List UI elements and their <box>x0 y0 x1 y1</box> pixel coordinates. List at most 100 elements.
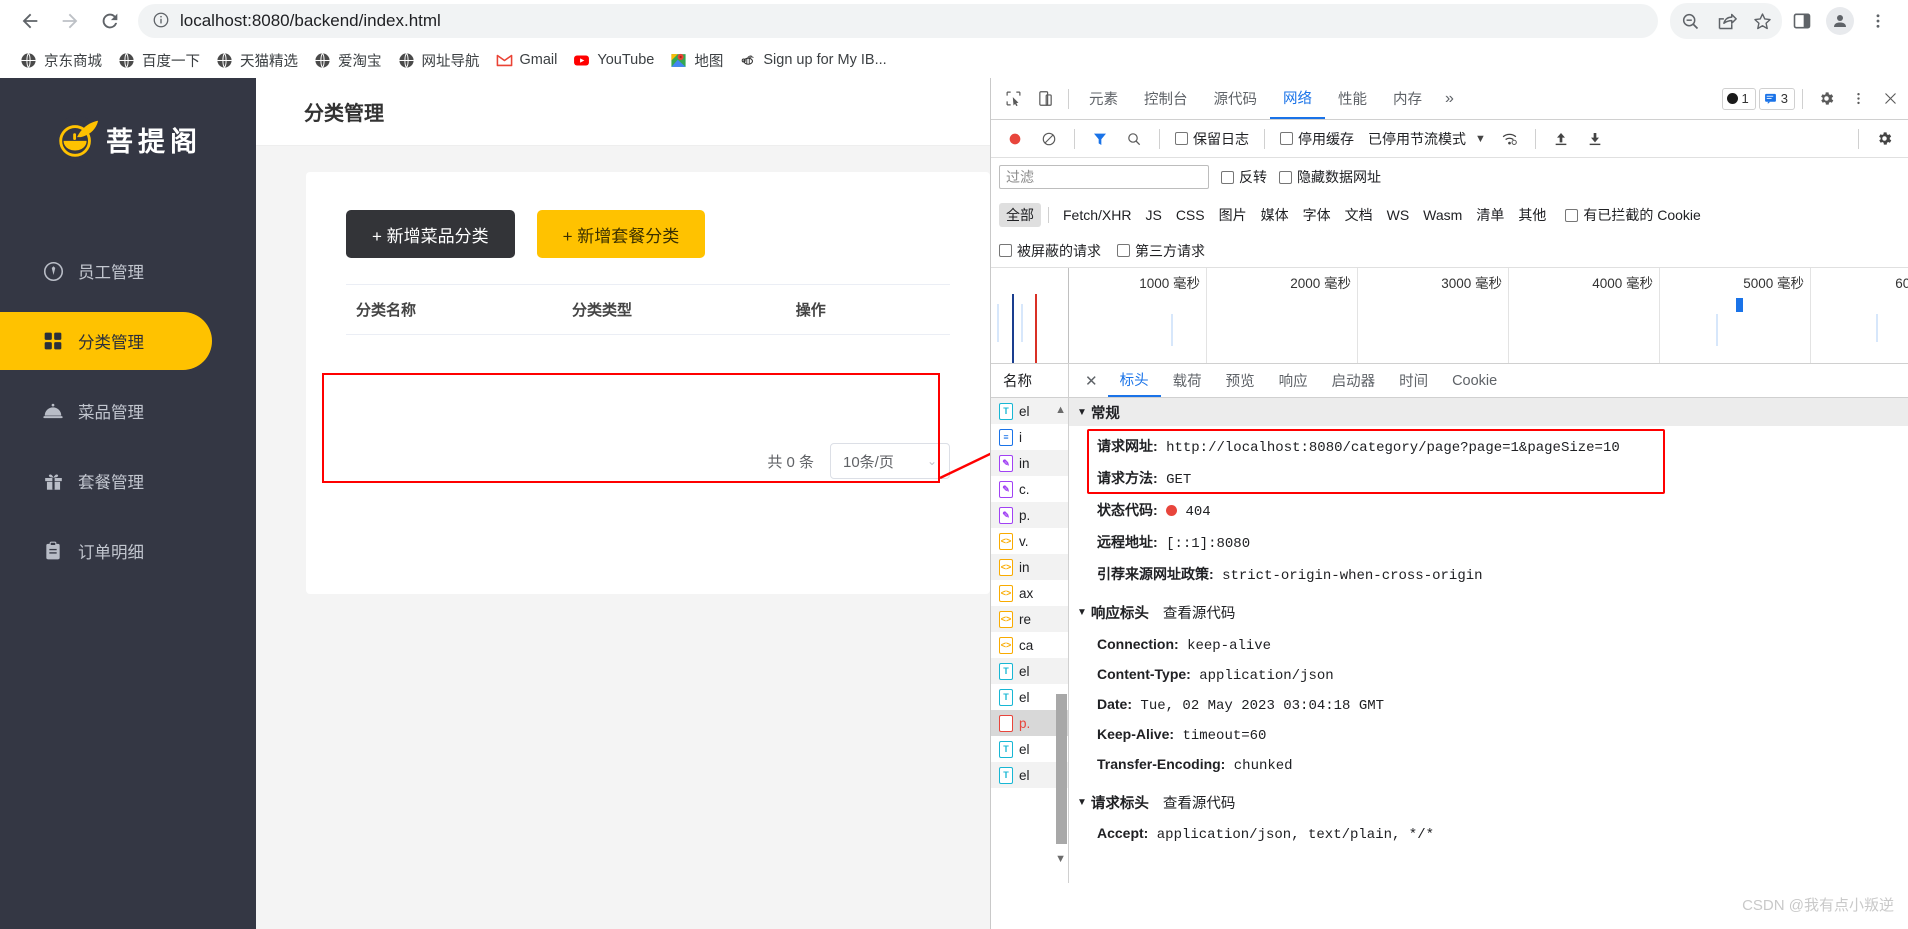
side-panel-icon[interactable] <box>1784 3 1820 39</box>
hide-data-urls-checkbox[interactable]: 隐藏数据网址 <box>1279 167 1381 187</box>
forward-arrow-icon[interactable] <box>52 3 88 39</box>
tab-performance[interactable]: 性能 <box>1325 78 1380 119</box>
settings-gear-icon[interactable] <box>1810 84 1842 114</box>
share-icon[interactable] <box>1708 3 1744 39</box>
response-view-source-link[interactable]: 查看源代码 <box>1163 602 1236 623</box>
sidebar-item-category[interactable]: 分类管理 <box>0 312 212 370</box>
request-list[interactable]: 名称 Tel ≡ i ✎ in ✎ c. ✎ p. <> v. <> in <> ax <> re <> ca Tel… <box>991 364 1069 883</box>
upload-arrow-icon[interactable] <box>1545 124 1577 154</box>
tab-sources[interactable]: 源代码 <box>1201 78 1271 119</box>
request-row[interactable]: <> ca <box>991 632 1068 658</box>
detail-tab-timing[interactable]: 时间 <box>1387 364 1440 397</box>
tab-memory[interactable]: 内存 <box>1380 78 1435 119</box>
bookmark-item[interactable]: 爱淘宝 <box>308 46 392 75</box>
sidebar-item-employee[interactable]: 员工管理 <box>0 242 212 300</box>
third-party-checkbox[interactable]: 第三方请求 <box>1117 241 1205 261</box>
bookmark-item[interactable]: Sign up for My IB... <box>733 48 896 73</box>
request-row[interactable]: Tel <box>991 658 1068 684</box>
tab-network[interactable]: 网络 <box>1270 78 1325 119</box>
scroll-down-arrow-icon[interactable]: ▼ <box>1055 853 1066 865</box>
type-filter-manifest[interactable]: 清单 <box>1469 203 1511 227</box>
close-icon[interactable] <box>1874 84 1906 114</box>
disable-cache-checkbox[interactable]: 停用缓存 <box>1274 129 1360 149</box>
funnel-icon[interactable] <box>1084 124 1116 154</box>
throttling-select[interactable]: 已停用节流模式 ▼ <box>1362 129 1492 149</box>
bookmark-item[interactable]: 天猫精选 <box>210 46 308 75</box>
sidebar-item-combo[interactable]: 套餐管理 <box>0 452 212 510</box>
message-count-badge[interactable]: 3 <box>1758 87 1795 110</box>
tab-elements[interactable]: 元素 <box>1076 78 1131 119</box>
sidebar-item-order[interactable]: 订单明细 <box>0 522 212 580</box>
blocked-cookies-checkbox[interactable]: 有已拦截的 Cookie <box>1565 205 1701 225</box>
type-filter-js[interactable]: JS <box>1138 205 1168 225</box>
address-bar[interactable]: localhost:8080/backend/index.html <box>138 4 1658 38</box>
record-circle-icon[interactable] <box>999 124 1031 154</box>
error-count-badge[interactable]: 1 <box>1721 87 1756 110</box>
invert-checkbox[interactable]: 反转 <box>1221 167 1267 187</box>
type-filter-css[interactable]: CSS <box>1169 205 1212 225</box>
request-view-source-link[interactable]: 查看源代码 <box>1163 792 1236 813</box>
search-icon[interactable] <box>1118 124 1150 154</box>
dots-menu-icon[interactable] <box>1842 84 1874 114</box>
type-filter-doc[interactable]: 文档 <box>1338 203 1380 227</box>
request-row[interactable]: ✎ in <box>991 450 1068 476</box>
detail-tab-cookies[interactable]: Cookie <box>1440 364 1509 397</box>
request-row[interactable]: <> in <box>991 554 1068 580</box>
preserve-log-checkbox[interactable]: 保留日志 <box>1169 129 1255 149</box>
site-info-icon[interactable] <box>152 11 170 32</box>
page-size-select[interactable]: 10条/页 ⌄ <box>830 443 950 479</box>
section-response-headers-header[interactable]: ▼ 响应标头 查看源代码 <box>1069 598 1908 626</box>
detail-tab-payload[interactable]: 载荷 <box>1161 364 1214 397</box>
download-arrow-icon[interactable] <box>1579 124 1611 154</box>
profile-avatar-icon[interactable] <box>1822 3 1858 39</box>
add-combo-category-button[interactable]: + 新增套餐分类 <box>536 210 706 258</box>
request-row[interactable]: <> ax <box>991 580 1068 606</box>
back-arrow-icon[interactable] <box>12 3 48 39</box>
network-conditions-icon[interactable] <box>1494 124 1526 154</box>
filter-bar: 过滤 反转 隐藏数据网址 <box>991 158 1908 196</box>
detail-tab-preview[interactable]: 预览 <box>1214 364 1267 397</box>
network-timeline-overview[interactable]: 1000 毫秒 2000 毫秒 3000 毫秒 4000 毫秒 5000 毫秒 … <box>991 268 1908 364</box>
filter-input[interactable]: 过滤 <box>999 165 1209 189</box>
request-row[interactable]: <> v. <box>991 528 1068 554</box>
bookmark-item[interactable]: YouTube <box>567 48 664 73</box>
network-settings-gear-icon[interactable] <box>1868 124 1900 154</box>
bookmark-item[interactable]: Gmail <box>490 48 568 73</box>
type-filter-ws[interactable]: WS <box>1380 205 1417 225</box>
inspect-element-icon[interactable] <box>997 84 1029 114</box>
add-dish-category-button[interactable]: + 新增菜品分类 <box>346 210 515 258</box>
type-filter-wasm[interactable]: Wasm <box>1416 205 1469 225</box>
scroll-up-arrow-icon[interactable]: ▲ <box>1055 404 1066 416</box>
more-tabs-button[interactable]: » <box>1435 90 1464 108</box>
request-list-scrollbar[interactable] <box>1056 694 1067 844</box>
bookmark-item[interactable]: 京东商城 <box>14 46 112 75</box>
type-filter-all[interactable]: 全部 <box>999 203 1041 227</box>
detail-tab-headers[interactable]: 标头 <box>1107 364 1161 397</box>
type-filter-img[interactable]: 图片 <box>1212 203 1254 227</box>
bookmark-item[interactable]: 网址导航 <box>392 46 490 75</box>
zoom-out-icon[interactable] <box>1672 3 1708 39</box>
type-filter-font[interactable]: 字体 <box>1296 203 1338 227</box>
detail-tab-initiator[interactable]: 启动器 <box>1320 364 1388 397</box>
bookmark-item[interactable]: 地图 <box>664 46 733 75</box>
request-row[interactable]: <> re <box>991 606 1068 632</box>
bookmark-star-icon[interactable] <box>1744 3 1780 39</box>
detail-tab-response[interactable]: 响应 <box>1267 364 1320 397</box>
device-toolbar-icon[interactable] <box>1029 84 1061 114</box>
reload-icon[interactable] <box>92 3 128 39</box>
blocked-requests-checkbox[interactable]: 被屏蔽的请求 <box>999 241 1101 261</box>
sidebar-item-dish[interactable]: 菜品管理 <box>0 382 212 440</box>
section-general-header[interactable]: ▼ 常规 <box>1069 398 1908 426</box>
type-filter-media[interactable]: 媒体 <box>1254 203 1296 227</box>
clear-no-entry-icon[interactable] <box>1033 124 1065 154</box>
tab-console[interactable]: 控制台 <box>1131 78 1201 119</box>
type-filter-fetch-xhr[interactable]: Fetch/XHR <box>1056 205 1138 225</box>
bookmark-item[interactable]: 百度一下 <box>112 46 210 75</box>
request-row[interactable]: ≡ i <box>991 424 1068 450</box>
section-request-headers-header[interactable]: ▼ 请求标头 查看源代码 <box>1069 788 1908 816</box>
request-row[interactable]: ✎ c. <box>991 476 1068 502</box>
type-filter-other[interactable]: 其他 <box>1511 203 1553 227</box>
chrome-menu-icon[interactable] <box>1860 3 1896 39</box>
close-detail-icon[interactable]: ✕ <box>1075 372 1108 390</box>
request-row[interactable]: ✎ p. <box>991 502 1068 528</box>
